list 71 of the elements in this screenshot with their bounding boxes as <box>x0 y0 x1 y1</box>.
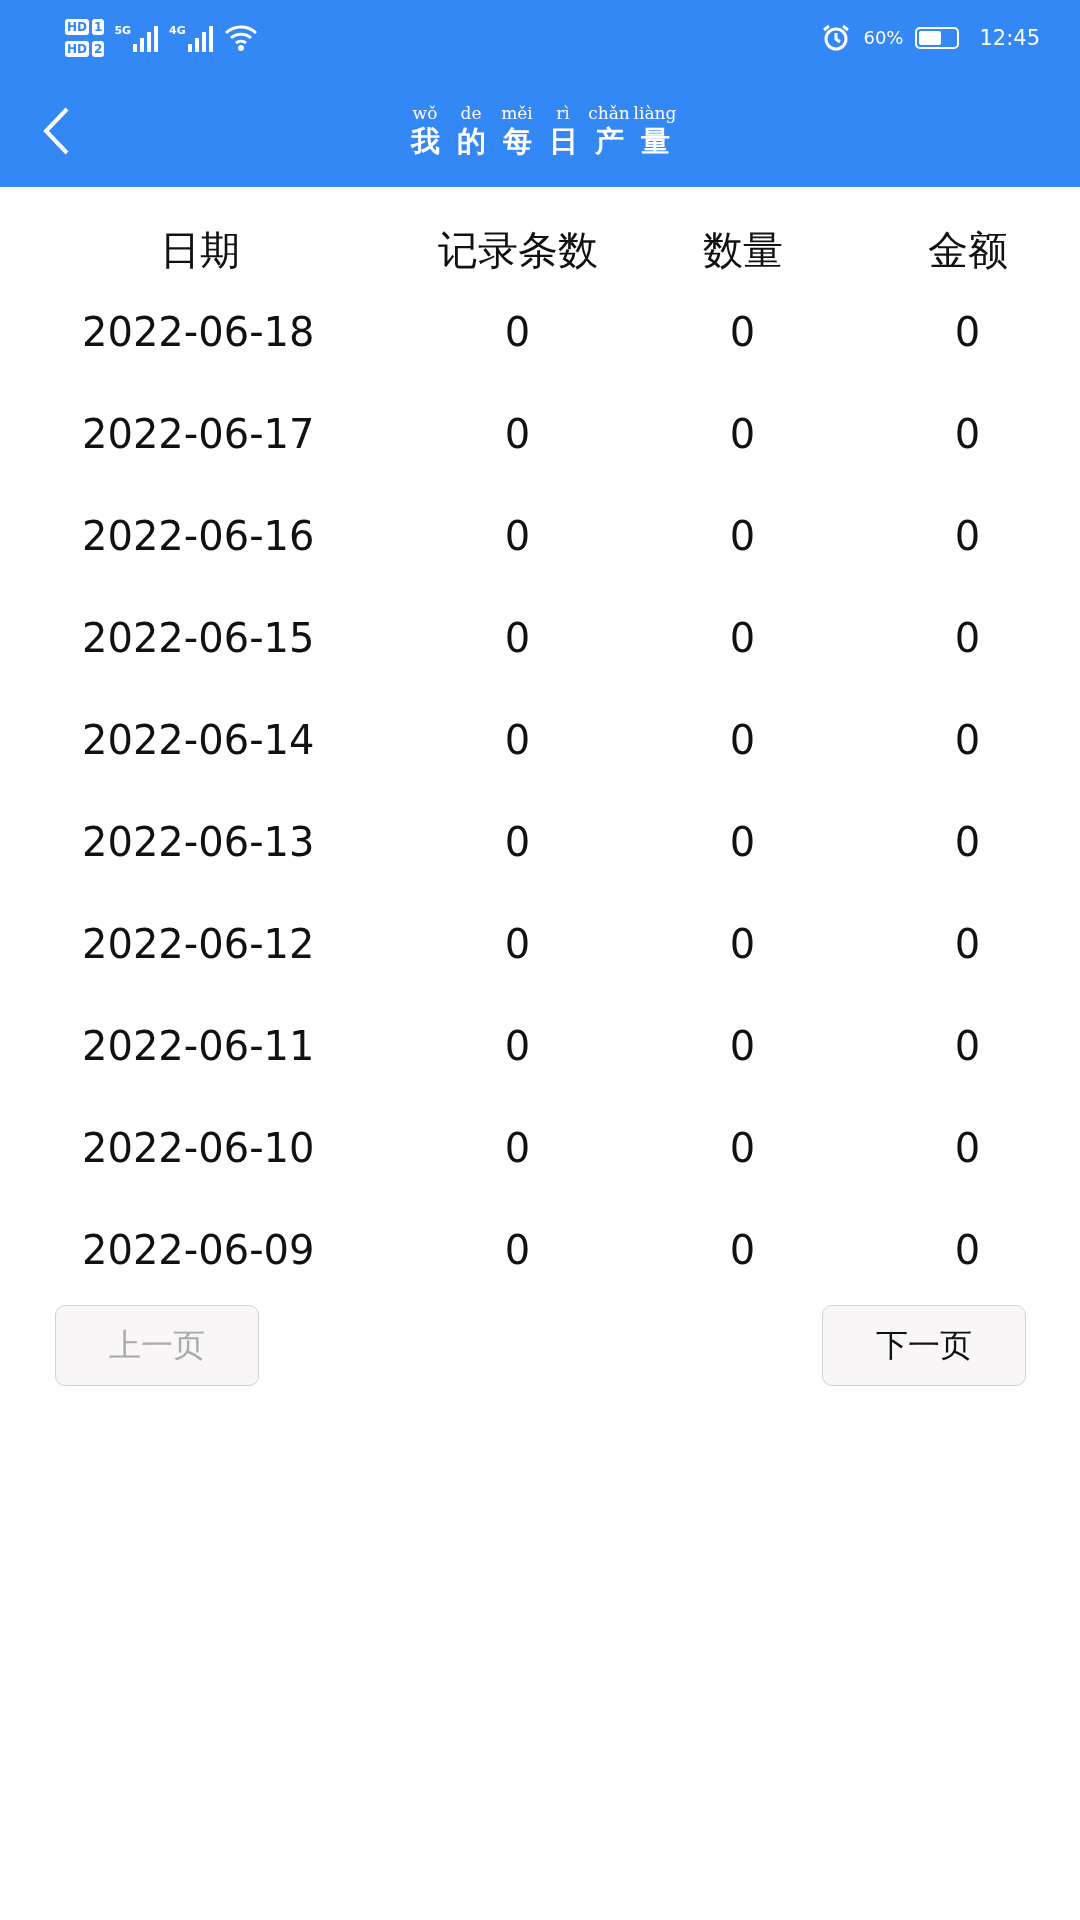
table-cell: 0 <box>504 309 531 355</box>
table-cell: 0 <box>954 513 981 559</box>
table-cell: 2022-06-09 <box>82 1227 315 1273</box>
pinyin: de <box>460 103 482 123</box>
table-cell: 2022-06-16 <box>82 513 315 559</box>
back-icon <box>43 107 69 155</box>
table-cell: 0 <box>954 411 981 457</box>
table-cell: 2022-06-14 <box>82 717 315 763</box>
battery-percent: 60% <box>863 27 904 48</box>
table-cell: 0 <box>729 1125 756 1171</box>
table-cell: 0 <box>729 921 756 967</box>
table-cell: 0 <box>504 1227 531 1273</box>
alarm-icon <box>821 22 852 53</box>
signal-icon <box>133 23 160 52</box>
column-header: 金额 <box>927 225 1008 275</box>
table-cell: 0 <box>954 1023 981 1069</box>
table-cell: 0 <box>954 717 981 763</box>
table-cell: 2022-06-12 <box>82 921 315 967</box>
network-type: 4G <box>169 23 186 37</box>
title-character: 量 <box>640 123 670 159</box>
table-cell: 0 <box>954 1125 981 1171</box>
table-cell: 0 <box>729 819 756 865</box>
table-cell: 0 <box>954 921 981 967</box>
table-cell: 0 <box>504 411 531 457</box>
title-character: 的 <box>456 123 486 159</box>
table-cell: 0 <box>954 819 981 865</box>
title-character: 我 <box>410 123 440 159</box>
table-cell: 0 <box>504 513 531 559</box>
wifi-icon <box>223 23 258 52</box>
table-cell: 0 <box>504 819 531 865</box>
sim-slot: 2 <box>92 40 105 57</box>
sim-label: HD <box>65 40 89 57</box>
table-cell: 0 <box>954 309 981 355</box>
table-cell: 0 <box>729 411 756 457</box>
pinyin: rì <box>556 103 570 123</box>
table-cell: 0 <box>504 921 531 967</box>
table-cell: 0 <box>729 513 756 559</box>
table-cell: 2022-06-17 <box>82 411 315 457</box>
sim-slot: 1 <box>92 18 105 35</box>
table-cell: 0 <box>504 615 531 661</box>
table-cell: 0 <box>954 615 981 661</box>
network-type: 5G <box>114 23 132 37</box>
table-cell: 0 <box>729 615 756 661</box>
table-cell: 0 <box>729 1227 756 1273</box>
signal-icon <box>187 23 214 52</box>
title-character: 每 <box>502 123 532 159</box>
pinyin: měi <box>501 103 533 123</box>
pinyin: wǒ <box>412 103 438 123</box>
pinyin: liàng <box>633 103 677 123</box>
clock-time: 12:45 <box>979 25 1040 50</box>
sim-label: HD <box>65 18 89 35</box>
pinyin: chǎn <box>588 103 630 123</box>
table-cell: 0 <box>729 1023 756 1069</box>
table-cell: 2022-06-15 <box>82 615 315 661</box>
table-cell: 2022-06-13 <box>82 819 315 865</box>
table-cell: 0 <box>504 1125 531 1171</box>
table-cell: 0 <box>729 717 756 763</box>
table-cell: 0 <box>504 717 531 763</box>
column-header: 数量 <box>702 225 783 275</box>
column-header: 日期 <box>160 225 240 275</box>
title-character: 日 <box>548 123 578 159</box>
table-cell: 2022-06-10 <box>82 1125 315 1171</box>
table-cell: 0 <box>954 1227 981 1273</box>
table-cell: 2022-06-11 <box>82 1023 315 1069</box>
table-cell: 0 <box>729 309 756 355</box>
battery-icon <box>915 26 960 49</box>
title-character: 产 <box>594 123 624 159</box>
table-cell: 0 <box>504 1023 531 1069</box>
table-cell: 2022-06-18 <box>82 309 315 355</box>
column-header: 记录条数 <box>437 225 598 275</box>
next-page-button[interactable]: 下一页 <box>822 1305 1026 1386</box>
